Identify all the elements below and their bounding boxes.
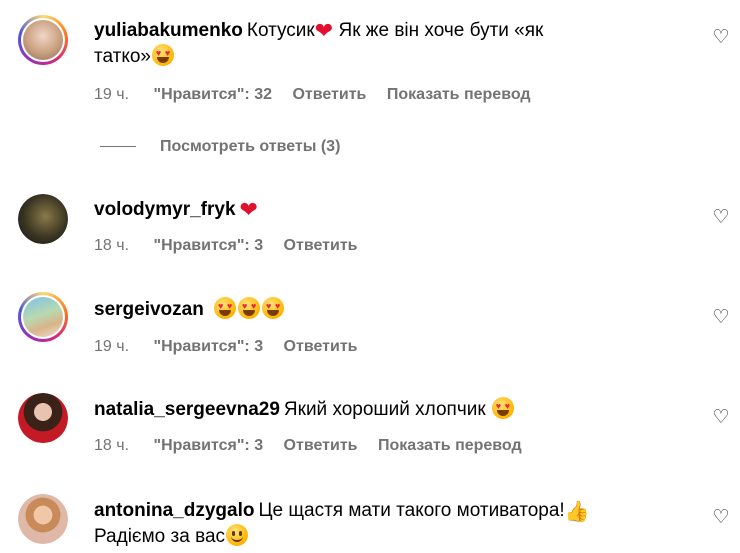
comment-username[interactable]: antonina_dzygalo: [94, 500, 254, 521]
reply-button[interactable]: Ответить: [284, 338, 358, 355]
translate-button[interactable]: Показать перевод: [387, 86, 531, 103]
heart-eyes-emoji: ♥ ♥: [152, 44, 174, 66]
replies-divider: [100, 146, 136, 148]
reply-button[interactable]: Ответить: [284, 437, 358, 454]
heart-outline-icon[interactable]: ♡: [711, 408, 731, 428]
heart-eyes-emoji: ♥ ♥: [491, 397, 514, 419]
comment-body: volodymyr_fryk ❤: [94, 197, 654, 223]
avatar[interactable]: [18, 15, 68, 65]
heart-eyes-emoji: ♥ ♥: [214, 297, 237, 319]
comment-body: yuliabakumenko Котусик❤ Як же він хоче бу…: [94, 18, 654, 70]
view-replies-button[interactable]: Посмотреть ответы (3): [100, 138, 340, 156]
red-heart-emoji: ❤: [239, 197, 258, 222]
reply-button[interactable]: Ответить: [284, 237, 358, 254]
comment-meta: 19 ч. "Нравится": 3 Ответить: [94, 338, 373, 356]
likes-count[interactable]: "Нравится": 3: [153, 338, 263, 355]
thumbs-up-emoji: 👍: [564, 501, 590, 523]
comment-username[interactable]: sergeivozan: [94, 299, 204, 320]
heart-eyes-emoji: ♥ ♥: [238, 297, 261, 319]
comment-meta: 18 ч. "Нравится": 3 Ответить Показать пе…: [94, 437, 538, 455]
comment-text: Котусик: [246, 20, 315, 41]
comment-meta: 18 ч. "Нравится": 3 Ответить: [94, 237, 373, 255]
comment-time[interactable]: 18 ч.: [94, 437, 129, 454]
avatar[interactable]: [18, 494, 68, 544]
translate-button[interactable]: Показать перевод: [378, 437, 522, 454]
heart-eyes-emoji: ♥ ♥: [262, 297, 285, 319]
comment-text: Це щастя мати такого мотиватора!: [258, 500, 565, 521]
heart-outline-icon[interactable]: ♡: [711, 28, 731, 48]
reply-button[interactable]: Ответить: [292, 86, 366, 103]
heart-outline-icon[interactable]: ♡: [711, 308, 731, 328]
likes-count[interactable]: "Нравится": 32: [153, 86, 272, 103]
likes-count[interactable]: "Нравится": 3: [153, 237, 263, 254]
view-replies-label: Посмотреть ответы (3): [160, 138, 341, 155]
comment-username[interactable]: volodymyr_fryk: [94, 199, 236, 220]
smiling-face-emoji: [226, 524, 249, 546]
comment-text: Як же він хоче бути «як: [338, 20, 544, 41]
avatar[interactable]: [18, 194, 68, 244]
comment-text: Радіємо за вас: [94, 526, 226, 547]
comment-body: natalia_sergeevna29 Який хороший хлопчик …: [94, 397, 654, 423]
comment-body: sergeivozan ♥ ♥ ♥ ♥ ♥ ♥: [94, 297, 654, 323]
red-heart-emoji: ❤: [314, 18, 334, 43]
likes-count[interactable]: "Нравится": 3: [153, 437, 263, 454]
heart-outline-icon[interactable]: ♡: [711, 208, 731, 228]
avatar[interactable]: [18, 393, 68, 443]
heart-outline-icon[interactable]: ♡: [711, 508, 731, 528]
comment-text: Який хороший хлопчик: [283, 399, 486, 420]
comment-username[interactable]: yuliabakumenko: [94, 20, 243, 41]
comment-username[interactable]: natalia_sergeevna29: [94, 399, 280, 420]
comment-time[interactable]: 19 ч.: [94, 86, 129, 103]
avatar[interactable]: [18, 292, 68, 342]
comment-time[interactable]: 19 ч.: [94, 338, 129, 355]
comment-body: antonina_dzygalo Це щастя мати такого мот…: [94, 498, 654, 550]
comment-text: татко»: [94, 46, 151, 67]
comment-meta: 19 ч. "Нравится": 32 Ответить Показать п…: [94, 86, 547, 104]
comment-time[interactable]: 18 ч.: [94, 237, 129, 254]
